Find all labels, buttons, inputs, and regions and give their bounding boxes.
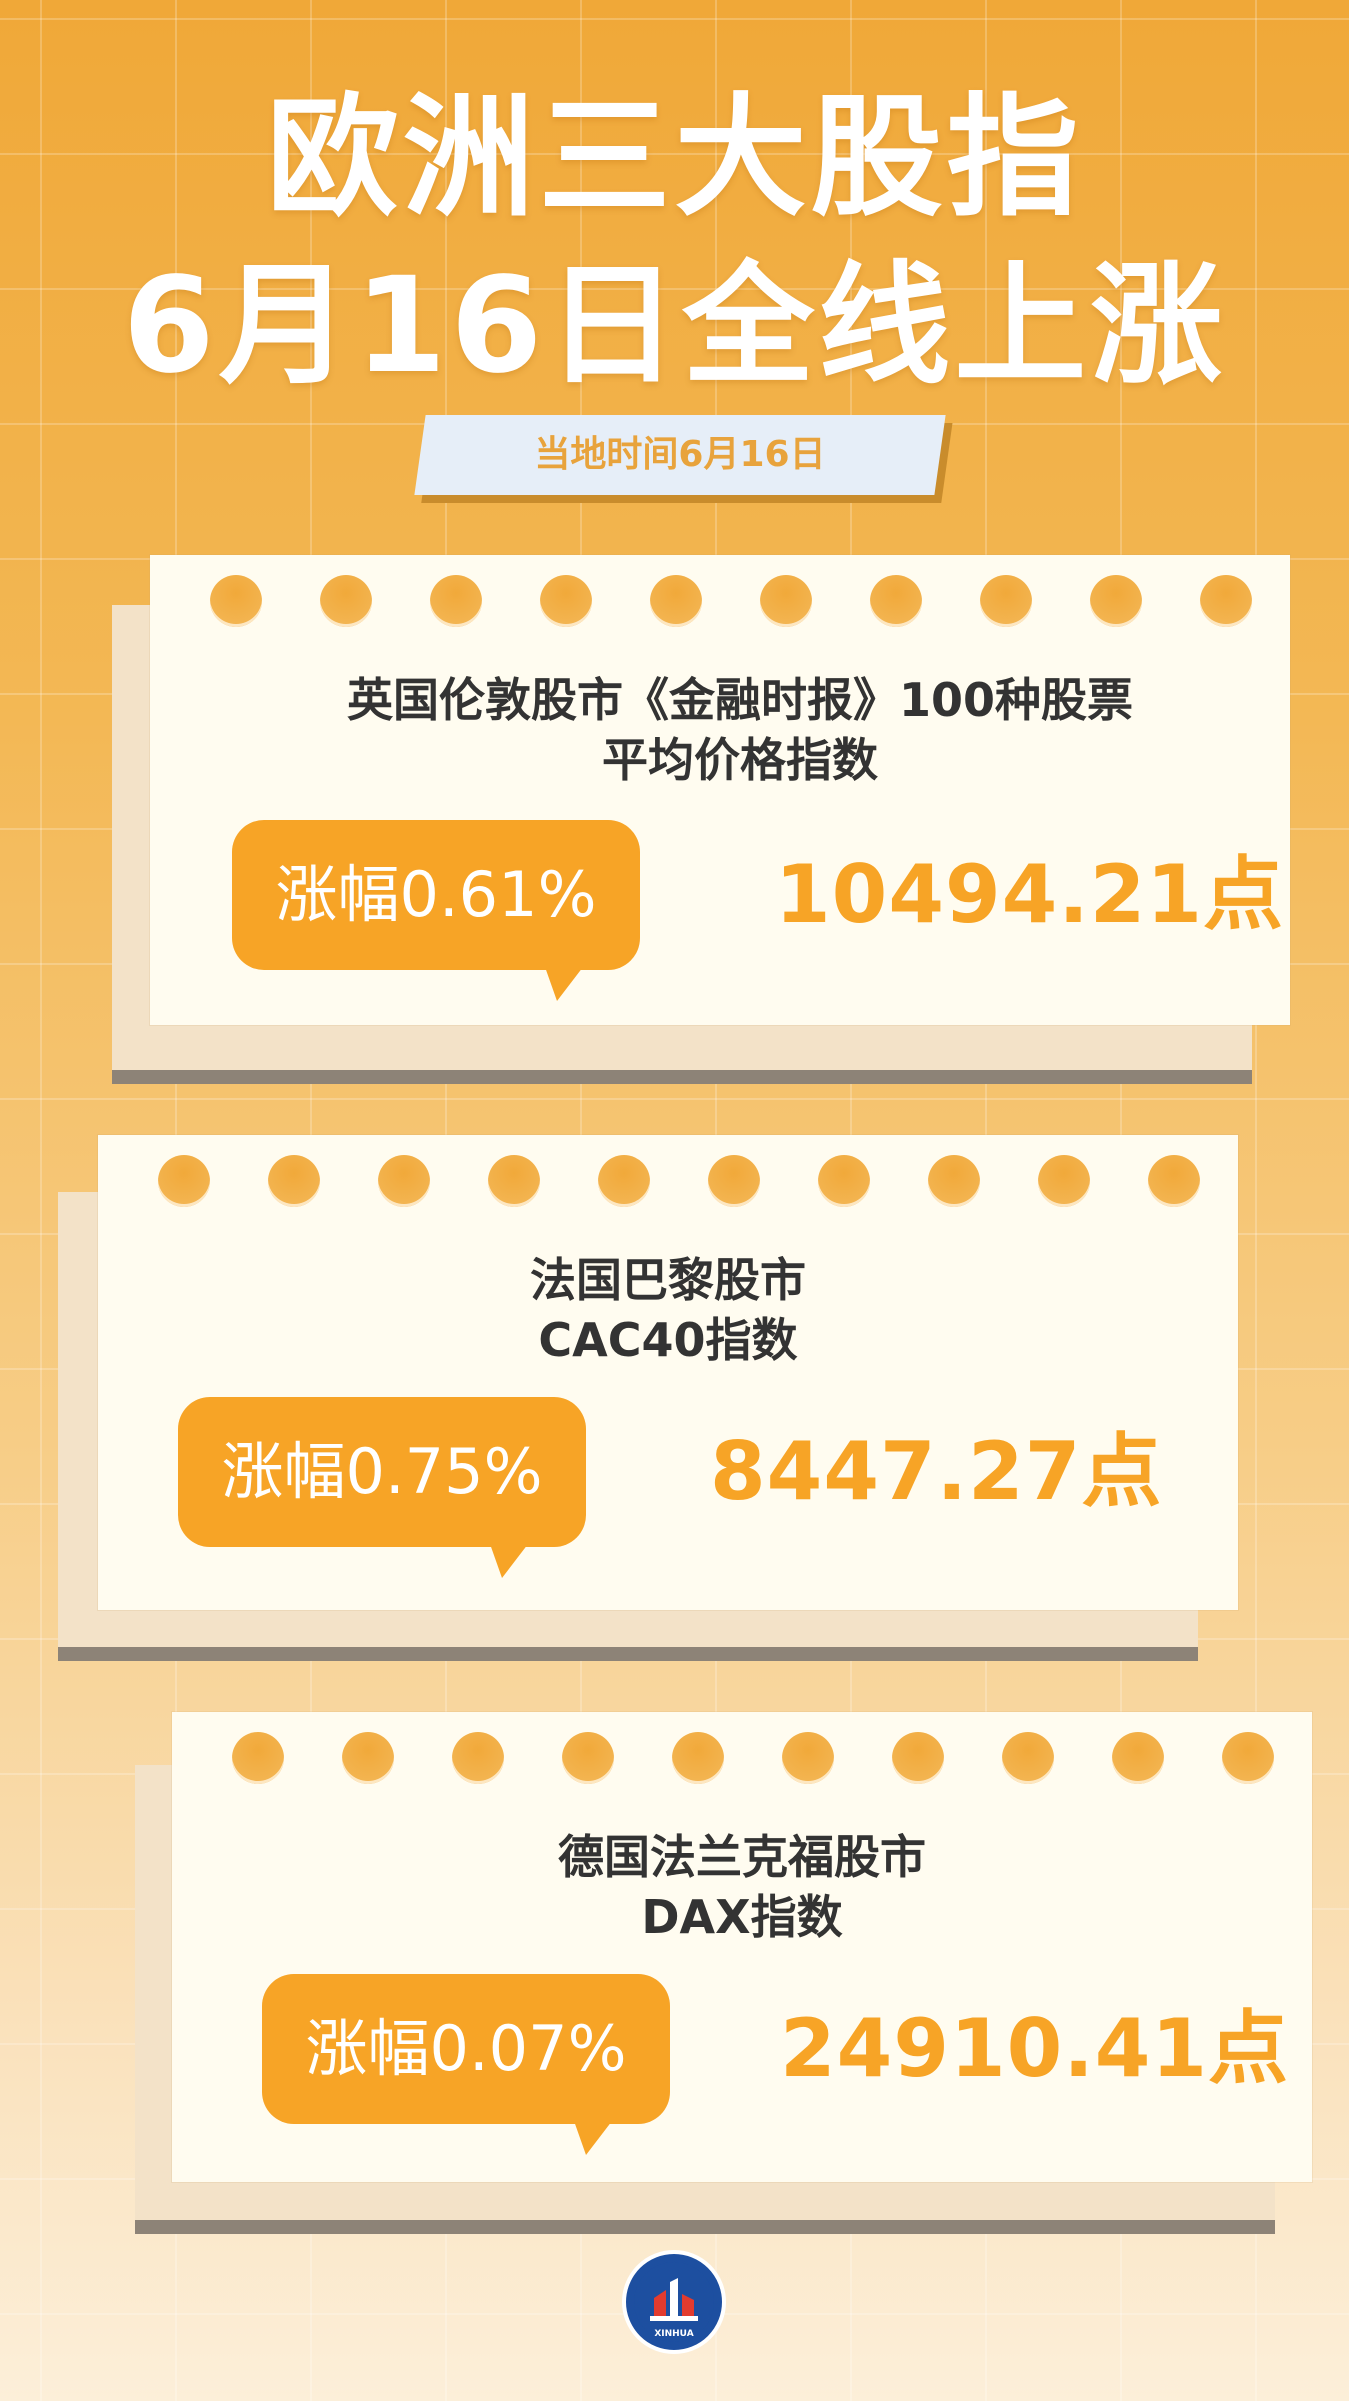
date-tag-label: 当地时间6月16日: [534, 434, 826, 475]
binder-hole: [268, 1155, 320, 1207]
binder-hole: [210, 575, 262, 627]
binder-hole: [1002, 1732, 1054, 1784]
index-name-line1: 法国巴黎股市: [530, 1253, 806, 1307]
badge-tail: [490, 1544, 528, 1578]
card-body: 英国伦敦股市《金融时报》100种股票 平均价格指数 涨幅0.61% 10494.…: [150, 555, 1290, 1025]
page-title-line1: 欧洲三大股指: [266, 81, 1083, 235]
card-body: 德国法兰克福股市 DAX指数 涨幅0.07% 24910.41点: [172, 1712, 1312, 2182]
binder-hole: [1038, 1155, 1090, 1207]
binder-hole: [452, 1732, 504, 1784]
change-text: 涨幅0.61%: [275, 858, 597, 931]
binder-hole: [818, 1155, 870, 1207]
binder-hole: [650, 575, 702, 627]
index-name-line1: 英国伦敦股市《金融时报》100种股票: [346, 673, 1134, 727]
badge-tail: [545, 967, 583, 1001]
binder-hole: [488, 1155, 540, 1207]
binder-hole: [158, 1155, 210, 1207]
binder-hole: [892, 1732, 944, 1784]
binder-hole: [1090, 575, 1142, 627]
binder-hole: [540, 575, 592, 627]
change-text: 涨幅0.07%: [305, 2012, 627, 2085]
index-name-line2: CAC40指数: [538, 1313, 798, 1367]
binder-hole: [928, 1155, 980, 1207]
badge-tail: [574, 2121, 612, 2155]
index-name-line2: DAX指数: [641, 1890, 843, 1944]
binder-hole: [1200, 575, 1252, 627]
index-value: 10494.21点: [775, 848, 1285, 941]
binder-hole: [708, 1155, 760, 1207]
page-title-line2: 6月16日全线上涨: [122, 249, 1227, 403]
binder-hole: [1112, 1732, 1164, 1784]
binder-hole: [980, 575, 1032, 627]
change-badge: 涨幅0.75%: [178, 1397, 586, 1547]
index-value: 24910.41点: [780, 2002, 1290, 2095]
binder-hole: [342, 1732, 394, 1784]
binder-hole: [598, 1155, 650, 1207]
change-badge: 涨幅0.61%: [232, 820, 640, 970]
binder-hole: [232, 1732, 284, 1784]
change-text: 涨幅0.75%: [221, 1435, 543, 1508]
binder-hole: [430, 575, 482, 627]
binder-hole: [870, 575, 922, 627]
card-body: 法国巴黎股市 CAC40指数 涨幅0.75% 8447.27点: [98, 1135, 1238, 1610]
binder-hole: [672, 1732, 724, 1784]
logo-text: XINHUA: [654, 2329, 693, 2339]
xinhua-logo-icon: XINHUA: [622, 2250, 726, 2354]
binder-hole: [1148, 1155, 1200, 1207]
binder-hole: [320, 575, 372, 627]
index-value: 8447.27点: [710, 1425, 1163, 1518]
binder-hole: [562, 1732, 614, 1784]
index-name-line2: 平均价格指数: [602, 733, 878, 787]
binder-hole: [1222, 1732, 1274, 1784]
change-badge: 涨幅0.07%: [262, 1974, 670, 2124]
index-name-line1: 德国法兰克福股市: [558, 1830, 926, 1884]
binder-hole: [378, 1155, 430, 1207]
binder-hole: [760, 575, 812, 627]
binder-hole: [782, 1732, 834, 1784]
